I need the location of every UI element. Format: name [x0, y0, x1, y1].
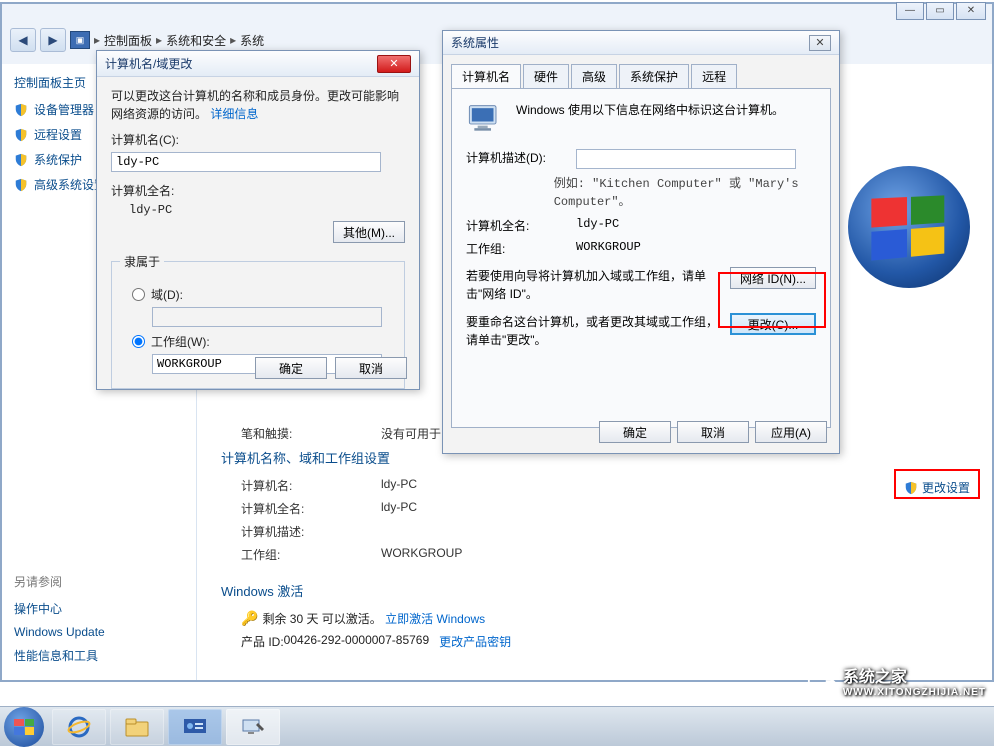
- key-icon: 🔑: [241, 610, 258, 627]
- dialog2-ok-button[interactable]: 确定: [599, 421, 671, 443]
- nav-back-button[interactable]: ◀: [10, 28, 36, 52]
- control-panel-icon: ▣: [70, 31, 90, 49]
- computer-description-input[interactable]: [576, 149, 796, 169]
- pen-touch-label: 笔和触摸:: [241, 425, 381, 442]
- breadcrumb[interactable]: ▸ 控制面板 ▸ 系统和安全 ▸ 系统: [94, 32, 264, 49]
- windows-logo-icon: [848, 166, 970, 288]
- taskbar-system-button[interactable]: [226, 709, 280, 745]
- change-button[interactable]: 更改(C)...: [730, 313, 816, 335]
- taskbar-control-panel-button[interactable]: [168, 709, 222, 745]
- taskbar-explorer-icon[interactable]: [110, 709, 164, 745]
- shield-icon: [904, 481, 918, 495]
- shield-icon: [14, 178, 28, 192]
- window-minimize-button[interactable]: —: [896, 2, 924, 20]
- link-windows-update[interactable]: Windows Update: [14, 625, 184, 639]
- domain-input: [152, 307, 382, 327]
- link-action-center[interactable]: 操作中心: [14, 600, 184, 617]
- breadcrumb-system[interactable]: 系统: [240, 32, 264, 49]
- shield-icon: [14, 153, 28, 167]
- tab-system-protection[interactable]: 系统保护: [619, 64, 689, 89]
- radio-domain[interactable]: [132, 288, 145, 301]
- start-button[interactable]: [4, 707, 44, 747]
- dialog-rename-computer: 计算机名/域更改 ✕ 可以更改这台计算机的名称和成员身份。更改可能影响网络资源的…: [96, 50, 420, 390]
- dialog1-cancel-button[interactable]: 取消: [335, 357, 407, 379]
- computer-icon: [466, 101, 506, 137]
- link-activate-windows[interactable]: 立即激活 Windows: [385, 610, 485, 627]
- dialog2-cancel-button[interactable]: 取消: [677, 421, 749, 443]
- dialog2-titlebar[interactable]: 系统属性 ✕: [443, 31, 839, 55]
- dialog-system-properties: 系统属性 ✕ 计算机名 硬件 高级 系统保护 远程 Windows 使用以下信息…: [442, 30, 840, 454]
- dialog2-close-button[interactable]: ✕: [809, 35, 831, 51]
- dialog1-ok-button[interactable]: 确定: [255, 357, 327, 379]
- shield-icon: [14, 103, 28, 117]
- section-activation-title: Windows 激活: [221, 581, 968, 600]
- link-change-product-key[interactable]: 更改产品密钥: [439, 633, 511, 650]
- other-button[interactable]: 其他(M)...: [333, 221, 405, 243]
- network-id-button[interactable]: 网络 ID(N)...: [730, 267, 816, 289]
- taskbar: [0, 706, 994, 746]
- tab-remote[interactable]: 远程: [691, 64, 737, 89]
- breadcrumb-system-security[interactable]: 系统和安全: [166, 32, 226, 49]
- computer-name-label: 计算机名(C):: [111, 131, 405, 148]
- computer-full-name-value: ldy-PC: [129, 203, 405, 217]
- tab-computer-name[interactable]: 计算机名: [451, 64, 521, 89]
- window-maximize-button[interactable]: ▭: [926, 2, 954, 20]
- link-change-settings[interactable]: 更改设置: [904, 479, 970, 496]
- computer-name-input[interactable]: [111, 152, 381, 172]
- breadcrumb-control-panel[interactable]: 控制面板: [104, 32, 152, 49]
- window-close-button[interactable]: ✕: [956, 2, 986, 20]
- taskbar-ie-icon[interactable]: [52, 709, 106, 745]
- dialog1-titlebar[interactable]: 计算机名/域更改 ✕: [97, 51, 419, 77]
- link-details[interactable]: 详细信息: [210, 107, 258, 121]
- radio-workgroup[interactable]: [132, 335, 145, 348]
- tab-panel-computer-name: Windows 使用以下信息在网络中标识这台计算机。 计算机描述(D): 例如:…: [451, 88, 831, 428]
- watermark: 系统之家 WWW.XITONGZHIJIA.NET: [807, 663, 986, 698]
- watermark-logo-icon: [807, 666, 837, 696]
- tab-hardware[interactable]: 硬件: [523, 64, 569, 89]
- link-performance-info[interactable]: 性能信息和工具: [14, 647, 184, 664]
- shield-icon: [14, 128, 28, 142]
- see-also-label: 另请参阅: [14, 573, 184, 590]
- nav-forward-button[interactable]: ▶: [40, 28, 66, 52]
- dialog2-apply-button[interactable]: 应用(A): [755, 421, 827, 443]
- dialog1-close-button[interactable]: ✕: [377, 55, 411, 73]
- tab-advanced[interactable]: 高级: [571, 64, 617, 89]
